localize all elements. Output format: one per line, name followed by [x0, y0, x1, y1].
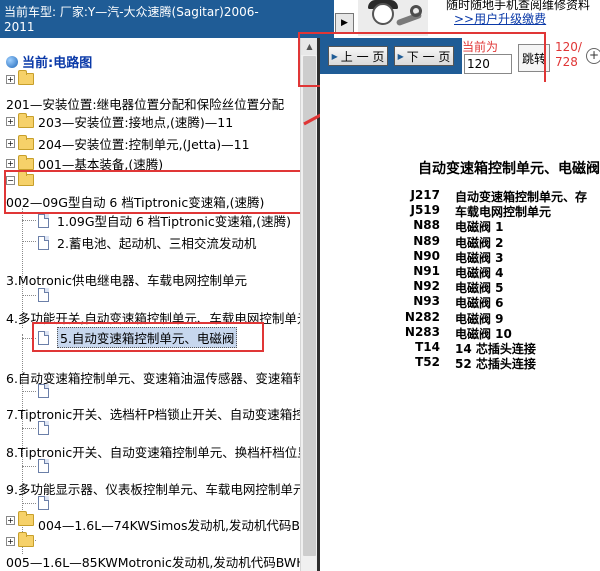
- vehicle-header-line1: 当前车型: 厂家:Y—汽-大众速腾(Sagitar)2006-: [4, 5, 259, 19]
- document-icon: [38, 288, 49, 302]
- document-icon: [38, 459, 49, 473]
- tree-item-label: 203—安装位置:接地点,(速腾)—11: [38, 115, 234, 130]
- tree-item[interactable]: +: [6, 532, 38, 547]
- tree-leaf[interactable]: [38, 496, 49, 510]
- collapse-panel-button[interactable]: ▶: [335, 13, 354, 33]
- tree-item[interactable]: 201—安装位置:继电器位置分配和保险丝位置分配: [6, 94, 284, 113]
- tree-leaf-label: 7.Tiptronic开关、选档杆P档锁止开关、自动变速箱控制单元: [6, 407, 300, 422]
- tree-leaf[interactable]: 8.Tiptronic开关、自动变速箱控制单元、换档杆档位显示: [6, 442, 300, 461]
- upgrade-banner: 随时随地手机查阅维修资料 >>用户升级缴费: [358, 0, 600, 36]
- tree-leaf[interactable]: 6.自动变速箱控制单元、变速箱油温传感器、变速箱转速传感器: [6, 368, 300, 387]
- folder-icon: [18, 70, 34, 85]
- tree-leaf-label: 9.多功能显示器、仪表板控制单元、车载电网控制单元: [6, 482, 300, 497]
- tree-leaf-label: 3.Motronic供电继电器、车载电网控制单元: [6, 273, 248, 288]
- tree-item-label: 004—1.6L—74KWSimos发动机,发动机代码BWH: [38, 518, 300, 533]
- tree-leaf[interactable]: 3.Motronic供电继电器、车载电网控制单元: [6, 270, 247, 289]
- tree-leaf-label: 2.蓄电池、起动机、三相交流发动机: [57, 236, 257, 251]
- tree-leaf[interactable]: [38, 421, 49, 435]
- expand-icon[interactable]: +: [6, 536, 15, 546]
- expand-icon[interactable]: +: [6, 139, 15, 148]
- zoom-in-icon[interactable]: +: [586, 48, 600, 64]
- folder-icon: [18, 532, 34, 547]
- highlight-box-navigation: [298, 32, 546, 87]
- globe-icon: [6, 55, 18, 68]
- mechanic-mascot-image: [358, 0, 428, 36]
- tree-folder-root[interactable]: +: [6, 70, 38, 85]
- scroll-thumb[interactable]: [303, 56, 316, 556]
- highlight-box-folder: [4, 170, 310, 214]
- folder-icon: [18, 134, 34, 150]
- page-count-line1: 120/: [555, 40, 582, 54]
- document-icon: [38, 384, 49, 398]
- highlight-box-selected: [32, 322, 264, 352]
- document-icon: [38, 235, 49, 250]
- tree-item[interactable]: + 204—安装位置:控制单元,(Jetta)—11: [6, 134, 250, 153]
- tree-leaf[interactable]: 2.蓄电池、起动机、三相交流发动机: [38, 233, 256, 252]
- expand-icon[interactable]: +: [6, 159, 15, 168]
- tree-leaf[interactable]: 9.多功能显示器、仪表板控制单元、车载电网控制单元: [6, 479, 300, 498]
- tree-leaf[interactable]: 7.Tiptronic开关、选档杆P档锁止开关、自动变速箱控制单元: [6, 404, 300, 423]
- tree-item-label-row[interactable]: 004—1.6L—74KWSimos发动机,发动机代码BWH: [6, 515, 300, 534]
- tree-leaf-label: 6.自动变速箱控制单元、变速箱油温传感器、变速箱转速传感器: [6, 371, 300, 386]
- folder-icon: [18, 112, 34, 128]
- expand-icon[interactable]: +: [6, 74, 15, 84]
- tree-item-label-row[interactable]: 005—1.6L—85KWMotronic发动机,发动机代码BWH: [6, 552, 300, 571]
- legend-description: 52 芯插头连接: [455, 357, 536, 372]
- tree-leaf[interactable]: [38, 384, 49, 398]
- expand-icon[interactable]: +: [6, 117, 15, 126]
- tree-item-label: 005—1.6L—85KWMotronic发动机,发动机代码BWH: [6, 555, 300, 570]
- play-right-icon: ▶: [341, 18, 348, 28]
- tree-leaf[interactable]: [38, 288, 49, 302]
- page-count-line2: 728: [555, 55, 578, 69]
- document-icon: [38, 421, 49, 435]
- folder-icon: [18, 154, 34, 170]
- current-category-label: 当前:电路图: [22, 56, 93, 71]
- tree-item-label: 201—安装位置:继电器位置分配和保险丝位置分配: [6, 97, 285, 112]
- wiring-diagram-page: 自动变速箱控制单元、电磁阀 J217 自动变速箱控制单元、存 J519 车载电网控制单…: [320, 82, 600, 571]
- legend-code: T52: [415, 355, 440, 370]
- tree-leaf-label: 8.Tiptronic开关、自动变速箱控制单元、换档杆档位显示: [6, 445, 300, 460]
- diagram-tree: 当前:电路图 + 201—安装位置:继电器位置分配和保险丝位置分配 + 203—…: [0, 38, 300, 571]
- tree-item[interactable]: + 203—安装位置:接地点,(速腾)—11: [6, 112, 233, 131]
- upgrade-payment-link[interactable]: >>用户升级缴费: [454, 10, 546, 27]
- legend-row: T52 52 芯插头连接: [320, 355, 536, 372]
- current-category: 当前:电路图: [6, 52, 92, 71]
- tree-item-label: 204—安装位置:控制单元,(Jetta)—11: [38, 137, 250, 152]
- document-icon: [38, 213, 49, 228]
- diagram-title: 自动变速箱控制单元、电磁阀: [418, 161, 600, 177]
- tree-leaf[interactable]: [38, 459, 49, 473]
- document-icon: [38, 496, 49, 510]
- vehicle-header-line2: 2011: [4, 20, 35, 34]
- page-count: 120/ 728: [555, 40, 582, 70]
- vehicle-header: 当前车型: 厂家:Y—汽-大众速腾(Sagitar)2006- 2011: [0, 0, 334, 38]
